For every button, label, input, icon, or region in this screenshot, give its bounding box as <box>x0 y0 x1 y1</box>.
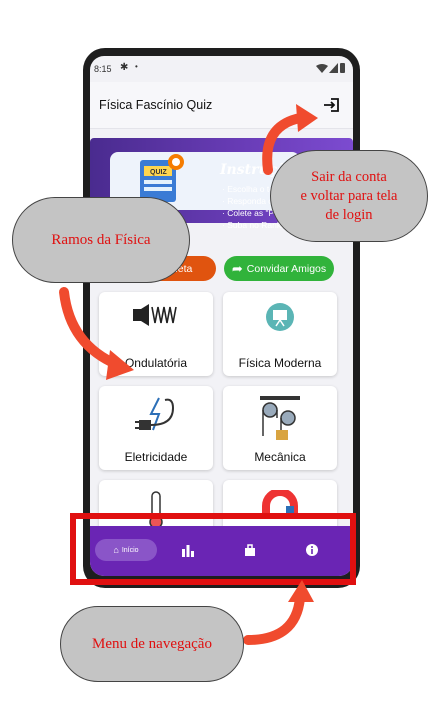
callout-logout-line: e voltar para tela <box>300 187 398 204</box>
callout-navigation: Menu de navegação <box>60 606 244 682</box>
arrow-navigation <box>243 593 305 645</box>
callout-navigation-text: Menu de navegação <box>92 635 212 652</box>
callout-logout-line: Sair da conta <box>311 168 387 185</box>
callout-branches: Ramos da Física <box>12 197 190 283</box>
arrowhead-branches <box>106 350 134 380</box>
arrowhead-navigation <box>288 580 314 602</box>
callout-logout: Sair da conta e voltar para tela de logi… <box>270 150 428 242</box>
callout-logout-line: de login <box>325 206 373 223</box>
callout-arrows <box>59 104 318 645</box>
arrowhead-logout <box>296 104 318 132</box>
callout-branches-text: Ramos da Física <box>51 231 151 248</box>
